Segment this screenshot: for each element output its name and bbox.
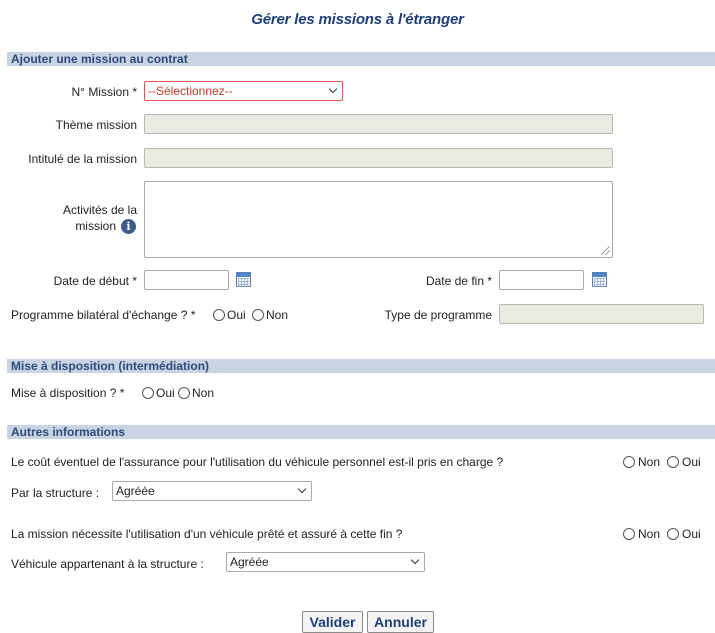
theme-mission-label: Thème mission: [55, 118, 137, 132]
chevron-down-icon: [410, 555, 420, 565]
q1-non-label: Non: [638, 455, 661, 469]
assurance-question: Le coût éventuel de l'assurance pour l'u…: [11, 455, 504, 469]
vehicule-structure-value: Agréée: [230, 555, 269, 569]
activites-textarea[interactable]: [144, 181, 613, 258]
intitule-mission-field: [144, 148, 613, 168]
programme-oui-radio[interactable]: [213, 309, 225, 321]
intitule-mission-label: Intitulé de la mission: [28, 152, 137, 166]
annuler-button[interactable]: Annuler: [367, 611, 434, 633]
par-structure-label: Par la structure :: [11, 486, 100, 500]
q1-non-radio[interactable]: [623, 456, 635, 468]
type-programme-label: Type de programme: [384, 308, 492, 322]
mission-number-value: --Sélectionnez--: [148, 84, 233, 98]
q2-oui-radio[interactable]: [667, 528, 679, 540]
par-structure-select[interactable]: Agréée: [112, 481, 312, 501]
date-debut-label: Date de début *: [53, 274, 137, 288]
q2-oui-label: Oui: [682, 527, 701, 541]
page-title: Gérer les missions à l'étranger: [251, 11, 464, 28]
chevron-down-icon: [328, 84, 338, 94]
theme-mission-field: [144, 114, 613, 134]
mission-number-label: N° Mission *: [71, 85, 137, 99]
vehicule-structure-label: Véhicule appartenant à la structure :: [11, 557, 204, 571]
chevron-down-icon: [297, 484, 307, 494]
date-fin-label: Date de fin *: [425, 274, 492, 288]
q2-non-radio[interactable]: [623, 528, 635, 540]
vehicule-structure-select[interactable]: Agréée: [226, 552, 425, 572]
par-structure-value: Agréée: [116, 484, 155, 498]
mission-number-select[interactable]: --Sélectionnez--: [144, 81, 343, 101]
mad-non-label: Non: [192, 386, 215, 400]
mad-oui-label: Oui: [156, 386, 175, 400]
calendar-icon[interactable]: [592, 272, 607, 287]
programme-non-label: Non: [266, 308, 289, 322]
mise-a-disposition-label: Mise à disposition ? *: [11, 386, 125, 400]
vehicule-pret-question: La mission nécessite l'utilisation d'un …: [11, 527, 403, 541]
type-programme-field: [499, 304, 704, 324]
section-header-add-mission: Ajouter une mission au contrat: [7, 52, 715, 66]
q1-oui-radio[interactable]: [667, 456, 679, 468]
activites-label-line1: Activités de la: [62, 203, 137, 217]
info-icon[interactable]: i: [121, 219, 136, 234]
q2-non-label: Non: [638, 527, 661, 541]
valider-button[interactable]: Valider: [302, 611, 363, 633]
calendar-icon[interactable]: [236, 272, 251, 287]
programme-bilateral-label: Programme bilatéral d'échange ? *: [11, 308, 196, 322]
date-fin-input[interactable]: [499, 270, 584, 290]
programme-oui-label: Oui: [227, 308, 246, 322]
section-header-autres-informations: Autres informations: [7, 425, 715, 439]
mad-oui-radio[interactable]: [142, 387, 154, 399]
resize-grip-icon[interactable]: [601, 246, 610, 255]
section-header-mise-a-disposition: Mise à disposition (intermédiation): [7, 359, 715, 373]
mad-non-radio[interactable]: [178, 387, 190, 399]
activites-label-line2: mission: [75, 219, 116, 233]
programme-non-radio[interactable]: [252, 309, 264, 321]
q1-oui-label: Oui: [682, 455, 701, 469]
date-debut-input[interactable]: [144, 270, 229, 290]
